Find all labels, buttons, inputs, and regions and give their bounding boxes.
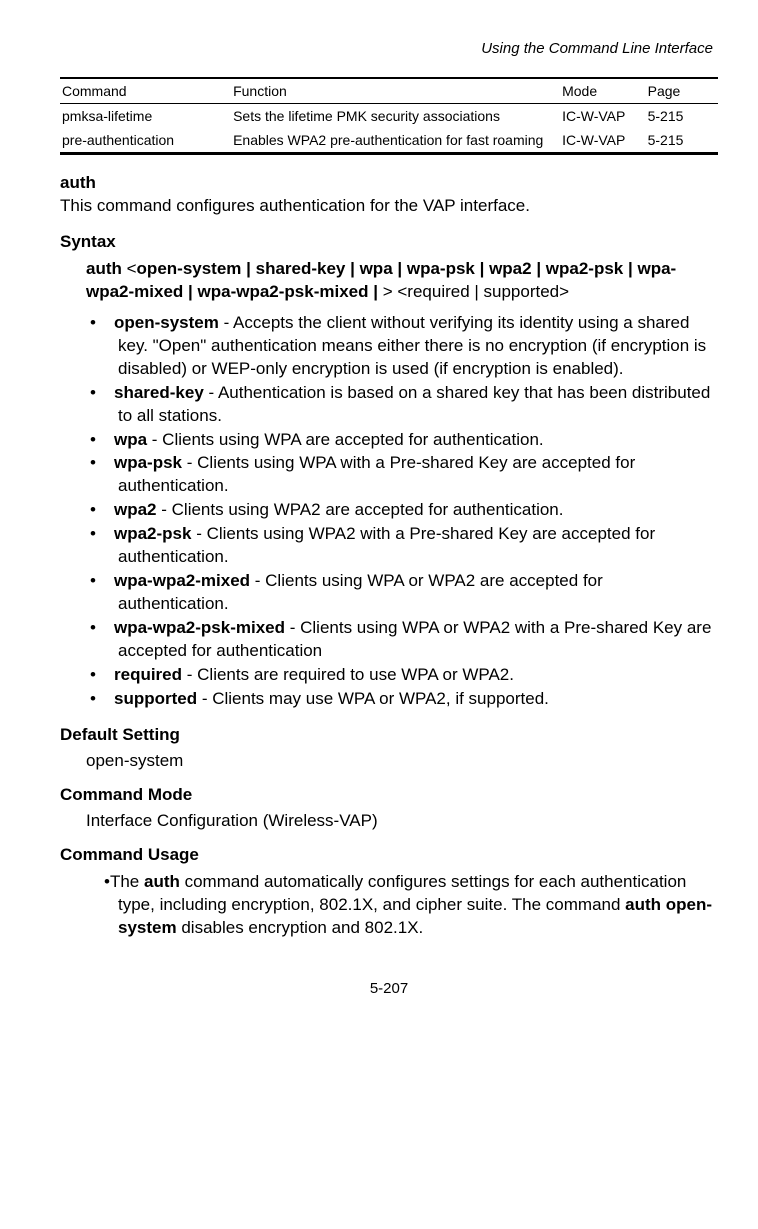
definition-term: required: [114, 665, 182, 684]
bullet-icon: •: [104, 617, 114, 640]
definition-term: wpa-psk: [114, 453, 182, 472]
table-row: pre-authentication Enables WPA2 pre-auth…: [60, 128, 718, 152]
command-mode-heading: Command Mode: [60, 785, 718, 805]
cell-mode: IC-W-VAP: [560, 128, 646, 152]
cell-command: pre-authentication: [60, 128, 231, 152]
list-item: •wpa2 - Clients using WPA2 are accepted …: [104, 499, 718, 522]
default-setting-heading: Default Setting: [60, 725, 718, 745]
definition-term: shared-key: [114, 383, 204, 402]
list-item: •wpa-psk - Clients using WPA with a Pre-…: [104, 452, 718, 498]
definition-text: - Clients using WPA2 with a Pre-shared K…: [118, 524, 655, 566]
definition-text: - Clients using WPA with a Pre-shared Ke…: [118, 453, 635, 495]
header-function: Function: [231, 79, 560, 103]
list-item: •open-system - Accepts the client withou…: [104, 312, 718, 381]
bullet-icon: •: [104, 382, 114, 405]
syntax-suffix: <required | supported>: [393, 282, 569, 301]
command-mode-value: Interface Configuration (Wireless-VAP): [86, 811, 718, 831]
table-row: pmksa-lifetime Sets the lifetime PMK sec…: [60, 104, 718, 128]
definition-term: supported: [114, 689, 197, 708]
cell-page: 5-215: [646, 128, 718, 152]
syntax-line: auth <open-system | shared-key | wpa | w…: [86, 258, 718, 304]
definition-text: - Authentication is based on a shared ke…: [118, 383, 710, 425]
bullet-icon: •: [104, 312, 114, 335]
definition-term: open-system: [114, 313, 219, 332]
list-item: •required - Clients are required to use …: [104, 664, 718, 687]
syntax-prefix: auth: [86, 259, 122, 278]
bullet-icon: •: [104, 570, 114, 593]
usage-prefix: The: [110, 872, 144, 891]
definition-list: •open-system - Accepts the client withou…: [60, 312, 718, 711]
definition-term: wpa-wpa2-psk-mixed: [114, 618, 285, 637]
syntax-options: open-system | shared-key | wpa | wpa-psk…: [86, 259, 676, 301]
bullet-icon: •: [104, 499, 114, 522]
usage-bold1: auth: [144, 872, 180, 891]
definition-text: - Clients using WPA are accepted for aut…: [147, 430, 544, 449]
definition-term: wpa: [114, 430, 147, 449]
list-item: •wpa-wpa2-psk-mixed - Clients using WPA …: [104, 617, 718, 663]
command-description: This command configures authentication f…: [60, 195, 718, 218]
list-item: •wpa-wpa2-mixed - Clients using WPA or W…: [104, 570, 718, 616]
definition-term: wpa2-psk: [114, 524, 191, 543]
bullet-icon: •: [104, 664, 114, 687]
usage-list: •The auth command automatically configur…: [60, 871, 718, 940]
cell-page: 5-215: [646, 104, 718, 128]
header-command: Command: [60, 79, 231, 103]
bullet-icon: •: [104, 452, 114, 475]
syntax-lt: <: [122, 259, 137, 278]
command-usage-heading: Command Usage: [60, 845, 718, 865]
syntax-heading: Syntax: [60, 232, 718, 252]
table-header-row: Command Function Mode Page: [60, 79, 718, 103]
syntax-gt: >: [383, 282, 393, 301]
cell-command: pmksa-lifetime: [60, 104, 231, 128]
header-mode: Mode: [560, 79, 646, 103]
usage-mid: command automatically configures setting…: [118, 872, 686, 914]
bullet-icon: •: [104, 688, 114, 711]
definition-text: - Clients are required to use WPA or WPA…: [182, 665, 514, 684]
list-item: •shared-key - Authentication is based on…: [104, 382, 718, 428]
definition-text: - Clients using WPA2 are accepted for au…: [157, 500, 564, 519]
default-setting-value: open-system: [86, 751, 718, 771]
cell-function: Sets the lifetime PMK security associati…: [231, 104, 560, 128]
definition-text: - Clients may use WPA or WPA2, if suppor…: [197, 689, 549, 708]
list-item: •supported - Clients may use WPA or WPA2…: [104, 688, 718, 711]
usage-suffix: disables encryption and 802.1X.: [177, 918, 424, 937]
definition-term: wpa-wpa2-mixed: [114, 571, 250, 590]
list-item: •The auth command automatically configur…: [104, 871, 718, 940]
page-header: Using the Command Line Interface: [60, 40, 718, 57]
header-page: Page: [646, 79, 718, 103]
cell-function: Enables WPA2 pre-authentication for fast…: [231, 128, 560, 152]
cell-mode: IC-W-VAP: [560, 104, 646, 128]
command-name: auth: [60, 173, 718, 193]
list-item: •wpa2-psk - Clients using WPA2 with a Pr…: [104, 523, 718, 569]
list-item: •wpa - Clients using WPA are accepted fo…: [104, 429, 718, 452]
bullet-icon: •: [104, 429, 114, 452]
bullet-icon: •: [104, 523, 114, 546]
command-table: Command Function Mode Page pmksa-lifetim…: [60, 77, 718, 155]
definition-term: wpa2: [114, 500, 157, 519]
page-number: 5-207: [60, 980, 718, 997]
